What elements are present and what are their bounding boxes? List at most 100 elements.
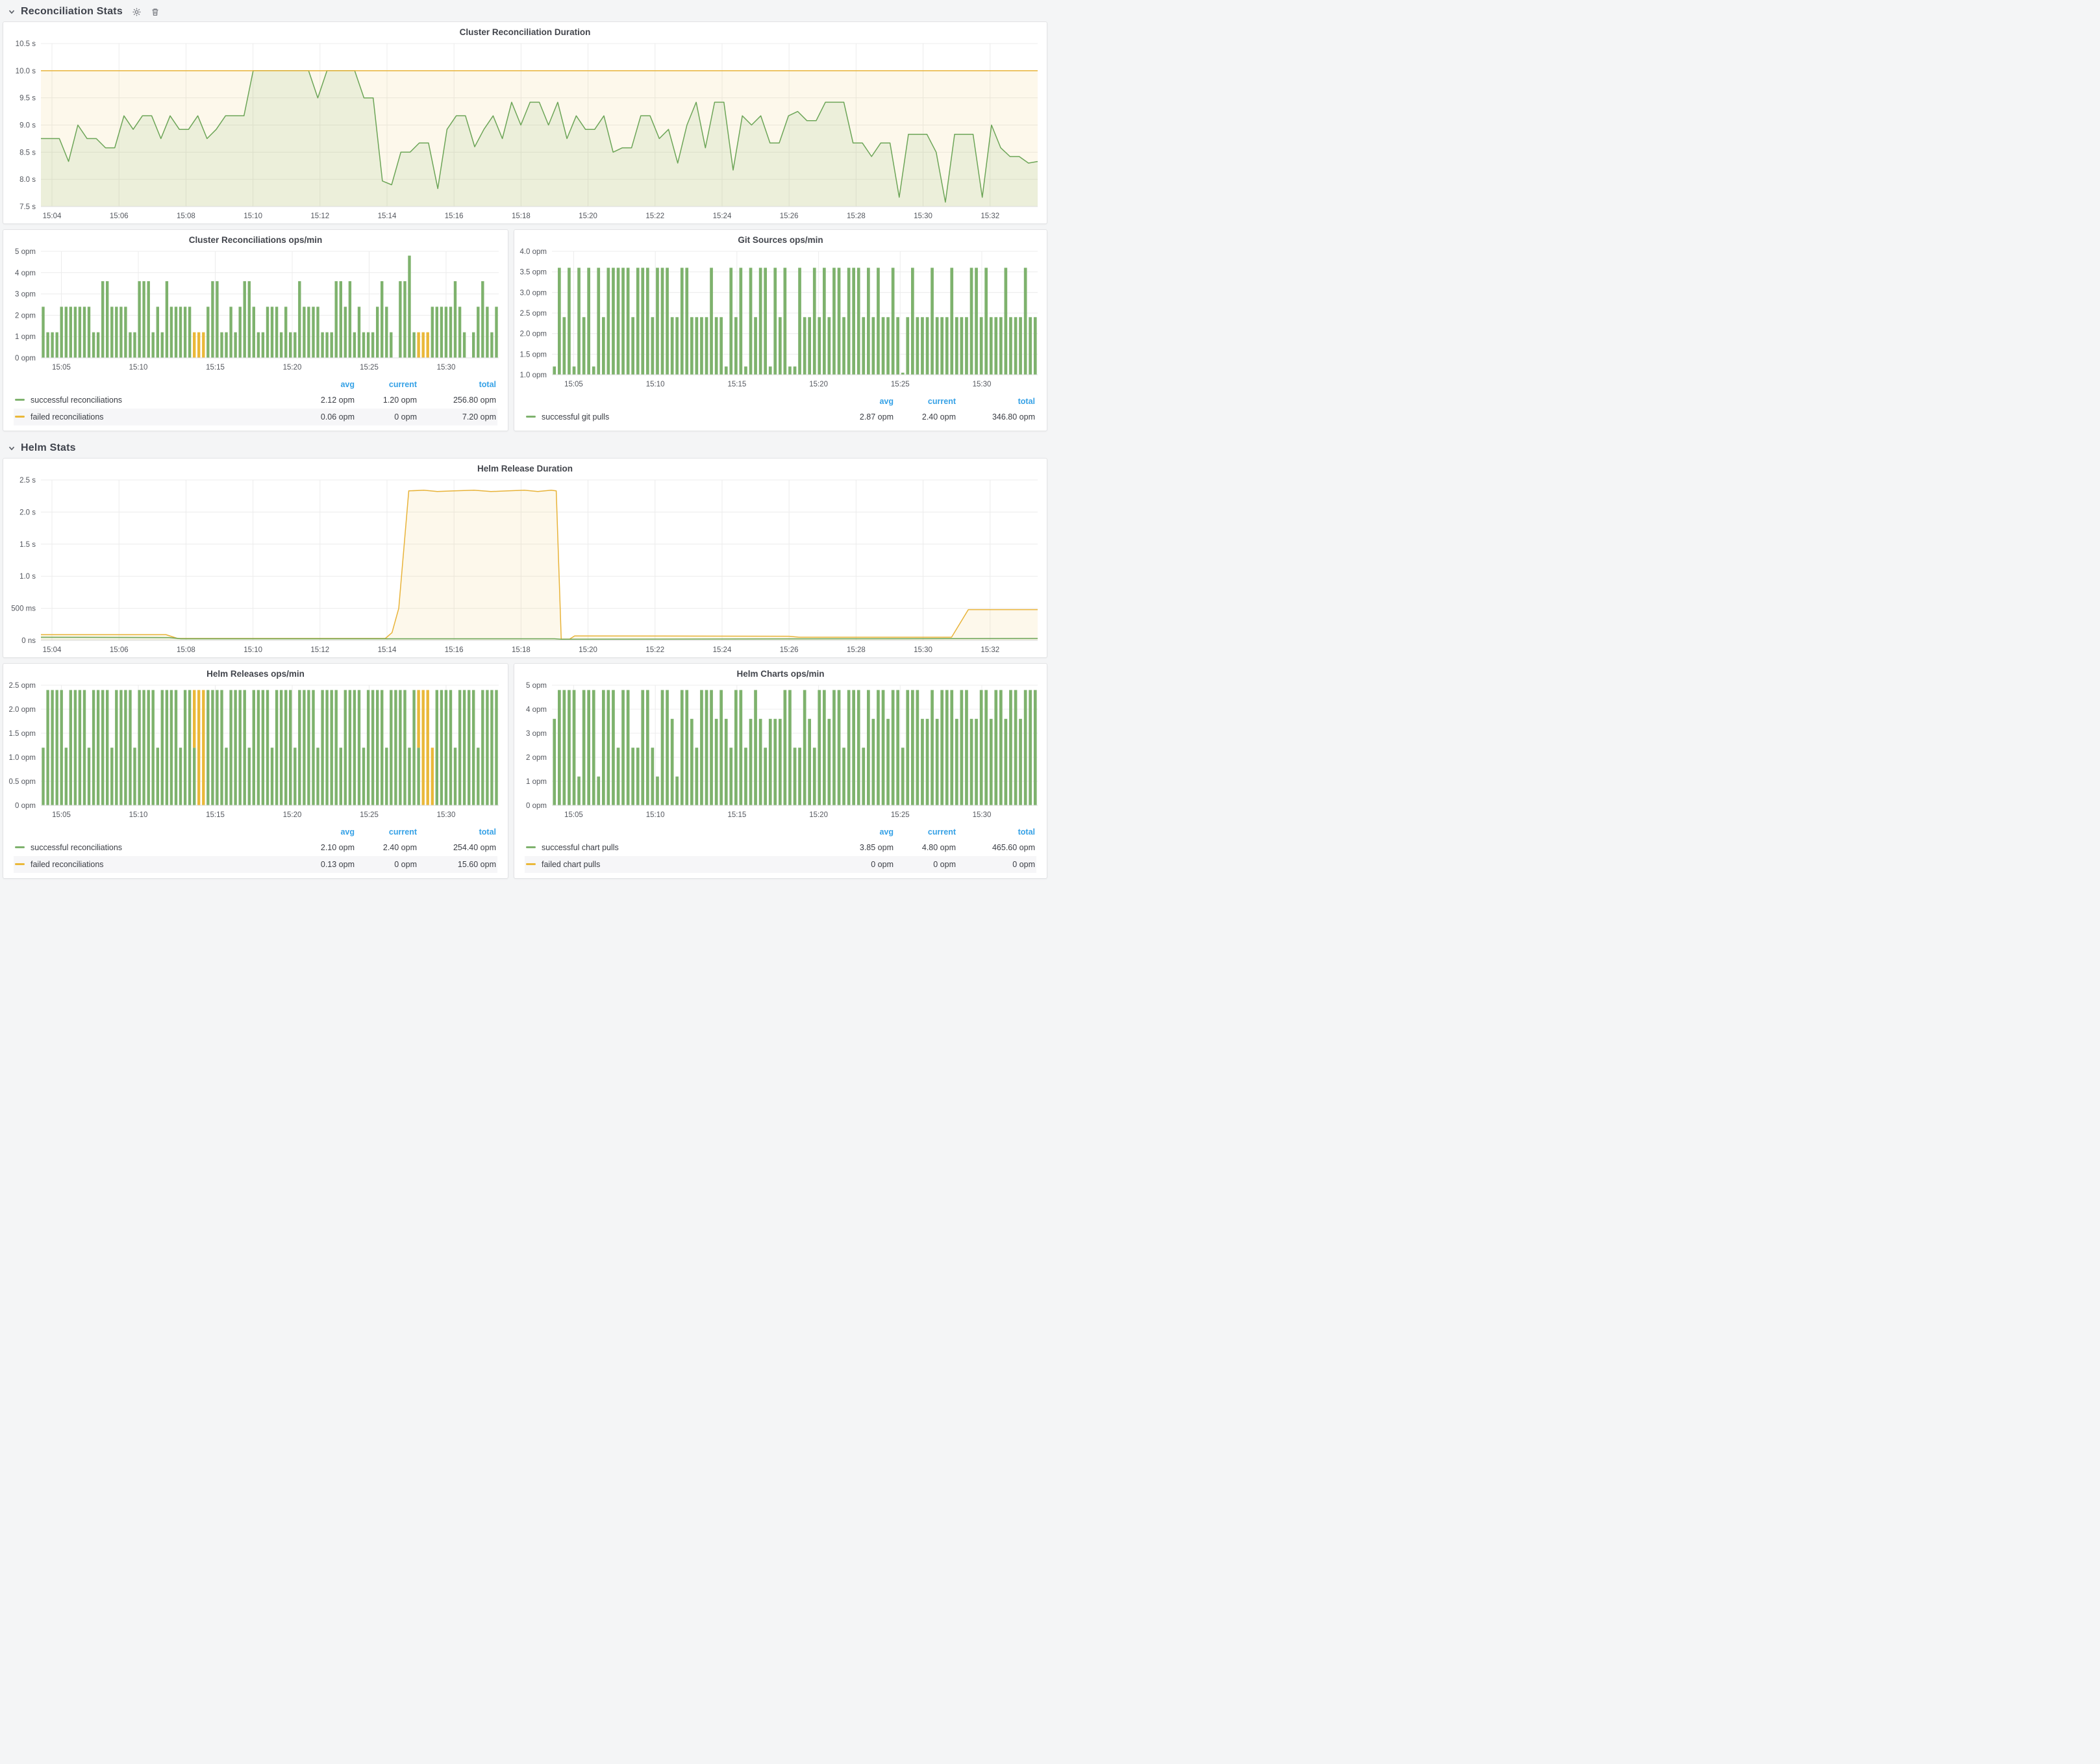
panel-title[interactable]: Helm Charts ops/min	[514, 664, 1047, 680]
legend-col-avg[interactable]: avg	[832, 824, 895, 839]
svg-text:15:24: 15:24	[713, 212, 732, 220]
legend-col-current[interactable]: current	[895, 824, 957, 839]
chevron-down-icon[interactable]	[8, 444, 16, 452]
svg-text:15:14: 15:14	[378, 646, 397, 654]
series-current: 0 opm	[895, 856, 957, 873]
legend-col-avg[interactable]: avg	[294, 824, 356, 839]
panel-title[interactable]: Helm Release Duration	[3, 459, 1047, 475]
legend-col-total[interactable]: total	[418, 824, 497, 839]
svg-text:2 opm: 2 opm	[526, 754, 547, 762]
panel-cluster-reconciliations-opm: Cluster Reconciliations ops/min 0 opm 1 o…	[3, 229, 508, 431]
legend-row: failed chart pulls0 opm0 opm0 opm	[525, 856, 1036, 873]
helm-releases-chart[interactable]: 0 opm0.5 opm1.0 opm1.5 opm2.0 opm2.5 opm…	[3, 680, 508, 822]
svg-text:1.5 opm: 1.5 opm	[8, 730, 36, 738]
section-header-helm-stats[interactable]: Helm Stats	[0, 436, 1050, 458]
legend: avgcurrenttotal successful reconciliation…	[3, 822, 508, 878]
legend-col-total[interactable]: total	[418, 376, 497, 392]
legend: avgcurrenttotalsuccessful reconciliation…	[3, 375, 508, 431]
panel-title[interactable]: Cluster Reconciliations ops/min	[3, 230, 508, 246]
panel-title[interactable]: Git Sources ops/min	[514, 230, 1047, 246]
svg-text:15:28: 15:28	[847, 212, 866, 220]
svg-text:15:05: 15:05	[564, 381, 583, 388]
series-name[interactable]: successful chart pulls	[542, 843, 619, 852]
svg-text:15:12: 15:12	[310, 212, 329, 220]
series-color-dash	[526, 863, 536, 865]
svg-text:3 opm: 3 opm	[15, 291, 36, 299]
legend: avgcurrenttotalsuccessful chart pulls3.8…	[514, 822, 1047, 878]
svg-text:15:05: 15:05	[564, 811, 583, 819]
series-total: 256.80 opm	[418, 392, 497, 409]
helm-release-duration-chart[interactable]: 0 ns500 ms1.0 s1.5 s2.0 s2.5 s15:0415:06…	[3, 475, 1047, 657]
svg-text:1 opm: 1 opm	[15, 333, 36, 341]
svg-text:15:06: 15:06	[110, 646, 129, 654]
section-header-reconciliation-stats[interactable]: Reconciliation Stats	[0, 0, 1050, 21]
series-current: 0 opm	[356, 409, 418, 425]
svg-text:15:30: 15:30	[437, 364, 456, 372]
svg-text:1.5 s: 1.5 s	[19, 541, 36, 549]
c6-plot-area[interactable]: 0 opm1 opm2 opm3 opm4 opm5 opm15:0515:10…	[514, 680, 1047, 822]
svg-text:15:26: 15:26	[780, 646, 799, 654]
c5-plot-area[interactable]: 0 opm0.5 opm1.0 opm1.5 opm2.0 opm2.5 opm…	[3, 680, 508, 822]
section-title[interactable]: Helm Stats	[21, 442, 76, 454]
legend-row: successful reconciliations2.12 opm1.20 o…	[14, 392, 497, 409]
svg-text:5 opm: 5 opm	[15, 248, 36, 256]
series-name[interactable]: successful reconciliations	[31, 843, 122, 852]
helm-charts-chart[interactable]: 0 opm1 opm2 opm3 opm4 opm5 opm15:0515:10…	[514, 680, 1047, 822]
svg-text:15:18: 15:18	[512, 212, 531, 220]
panel-title[interactable]: Helm Releases ops/min	[3, 664, 508, 680]
gear-icon[interactable]	[132, 7, 142, 17]
panel-title[interactable]: Cluster Reconciliation Duration	[3, 22, 1047, 38]
legend-col-avg[interactable]: avg	[294, 376, 356, 392]
legend-col-current[interactable]: current	[356, 824, 418, 839]
series-current: 0 opm	[356, 856, 418, 873]
cluster-reconciliations-chart[interactable]: 0 opm1 opm2 opm3 opm4 opm5 opm15:0515:10…	[3, 246, 508, 375]
svg-text:15:30: 15:30	[914, 646, 932, 654]
svg-text:0 opm: 0 opm	[15, 802, 36, 810]
legend-col-total[interactable]: total	[957, 393, 1036, 409]
svg-text:3.0 opm: 3.0 opm	[519, 289, 547, 297]
cluster-reconciliation-duration-chart[interactable]: 7.5 s8.0 s8.5 s9.0 s9.5 s10.0 s10.5 s15:…	[3, 38, 1047, 223]
trash-icon[interactable]	[151, 7, 160, 17]
svg-text:15:10: 15:10	[244, 212, 262, 220]
series-color-dash	[15, 863, 25, 865]
c3-plot-area[interactable]: 1.0 opm1.5 opm2.0 opm2.5 opm3.0 opm3.5 o…	[514, 246, 1047, 392]
chevron-down-icon[interactable]	[8, 8, 16, 16]
series-name[interactable]: failed reconciliations	[31, 860, 104, 869]
panel-git-sources-opm: Git Sources ops/min 1.0 opm1.5 opm2.0 op…	[514, 229, 1047, 431]
legend-col-current[interactable]: current	[895, 393, 957, 409]
svg-text:15:10: 15:10	[646, 811, 665, 819]
svg-text:15:15: 15:15	[727, 381, 746, 388]
svg-text:15:24: 15:24	[713, 646, 732, 654]
svg-text:15:05: 15:05	[52, 364, 71, 372]
svg-text:1.0 opm: 1.0 opm	[519, 372, 547, 379]
git-sources-chart[interactable]: 1.0 opm1.5 opm2.0 opm2.5 opm3.0 opm3.5 o…	[514, 246, 1047, 392]
section-title[interactable]: Reconciliation Stats	[21, 6, 123, 18]
c1-plot-area[interactable]: 7.5 s8.0 s8.5 s9.0 s9.5 s10.0 s10.5 s15:…	[3, 38, 1047, 223]
svg-text:15:06: 15:06	[110, 212, 129, 220]
series-name[interactable]: failed reconciliations	[31, 412, 104, 422]
svg-text:15:28: 15:28	[847, 646, 866, 654]
svg-text:15:10: 15:10	[244, 646, 262, 654]
legend-col-current[interactable]: current	[356, 376, 418, 392]
svg-text:15:12: 15:12	[310, 646, 329, 654]
series-name[interactable]: successful git pulls	[542, 412, 609, 422]
series-name[interactable]: failed chart pulls	[542, 860, 600, 869]
svg-text:15:25: 15:25	[891, 381, 910, 388]
svg-text:9.5 s: 9.5 s	[19, 95, 36, 103]
c4-plot-area[interactable]: 0 ns500 ms1.0 s1.5 s2.0 s2.5 s15:0415:06…	[3, 475, 1047, 657]
series-name[interactable]: successful reconciliations	[31, 396, 122, 405]
svg-text:15:08: 15:08	[177, 646, 195, 654]
legend-col-total[interactable]: total	[957, 824, 1036, 839]
svg-text:15:20: 15:20	[579, 646, 597, 654]
svg-text:10.0 s: 10.0 s	[16, 68, 36, 75]
legend-col-avg[interactable]: avg	[832, 393, 895, 409]
svg-text:15:22: 15:22	[645, 646, 664, 654]
svg-text:15:04: 15:04	[43, 646, 62, 654]
svg-text:15:15: 15:15	[206, 364, 225, 372]
svg-text:15:16: 15:16	[445, 646, 464, 654]
series-total: 465.60 opm	[957, 839, 1036, 856]
series-avg: 0.06 opm	[294, 409, 356, 425]
c2-plot-area[interactable]: 0 opm1 opm2 opm3 opm4 opm5 opm15:0515:10…	[3, 246, 508, 375]
svg-text:15:10: 15:10	[129, 364, 148, 372]
svg-text:0 ns: 0 ns	[21, 637, 36, 645]
